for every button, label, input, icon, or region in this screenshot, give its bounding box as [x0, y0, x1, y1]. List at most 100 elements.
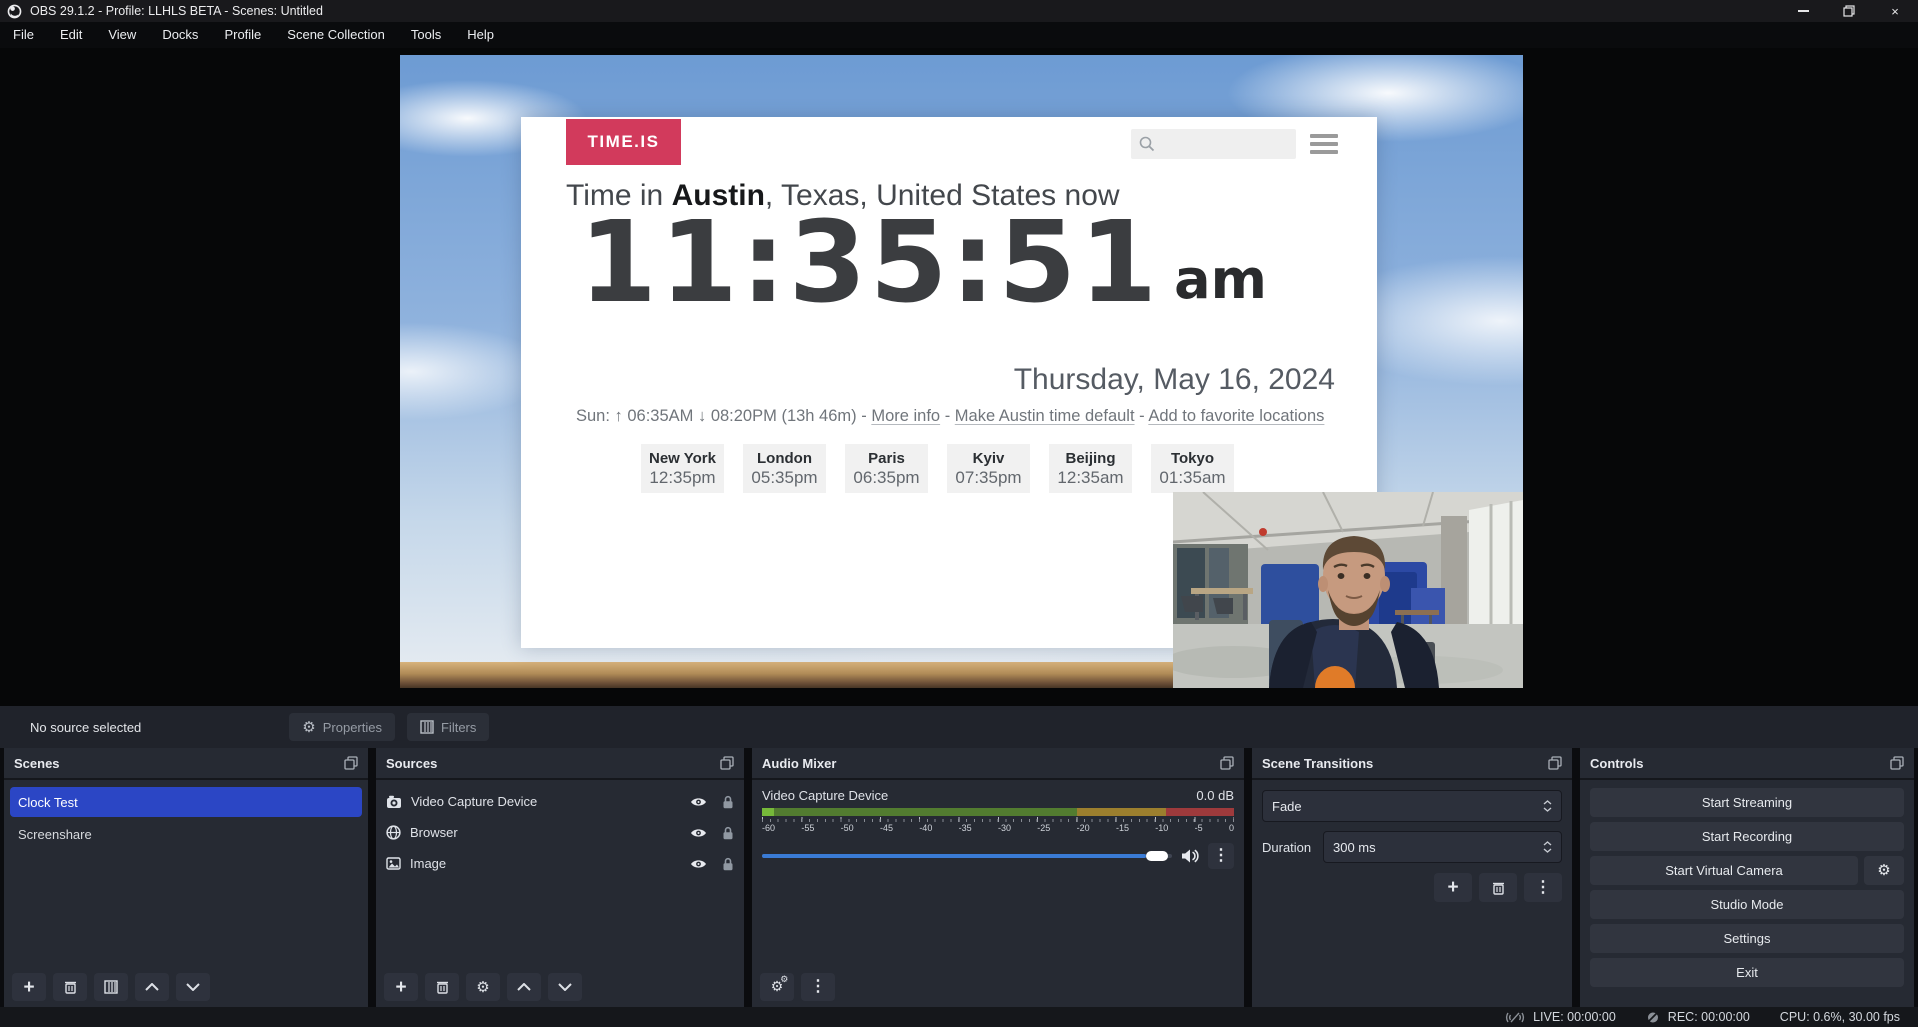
timeis-logo: TIME.IS	[566, 119, 681, 165]
source-item-browser[interactable]: Browser	[376, 817, 744, 848]
controls-header: Controls	[1580, 748, 1914, 780]
volume-slider[interactable]	[762, 854, 1172, 858]
image-icon	[386, 857, 401, 870]
remove-scene-button[interactable]	[53, 973, 87, 1001]
gear-icon: ⚙	[1877, 863, 1890, 878]
controls-panel: Controls Start Streaming Start Recording…	[1580, 748, 1914, 1007]
start-recording-button[interactable]: Start Recording	[1590, 822, 1904, 851]
menu-profile[interactable]: Profile	[211, 22, 274, 48]
add-source-button[interactable]: +	[384, 973, 418, 1001]
menu-tools[interactable]: Tools	[398, 22, 454, 48]
favorites-link: Add to favorite locations	[1148, 407, 1324, 425]
duration-label: Duration	[1262, 840, 1314, 855]
duration-spinbox[interactable]: 300 ms	[1323, 831, 1562, 863]
source-move-down-button[interactable]	[548, 973, 582, 1001]
advanced-audio-button[interactable]: ⚙ ⚙	[760, 973, 794, 1001]
lock-icon[interactable]	[722, 795, 734, 809]
scenes-header: Scenes	[4, 748, 368, 780]
chevron-down-icon[interactable]	[1543, 848, 1552, 853]
preview-canvas[interactable]: TIME.IS Time in Austin, Texas, United St…	[0, 48, 1918, 706]
chevron-down-icon	[1543, 807, 1552, 812]
volume-slider-handle[interactable]	[1146, 851, 1168, 861]
world-clocks-row: New York12:35pm London05:35pm Paris06:35…	[641, 444, 1234, 493]
menu-edit[interactable]: Edit	[47, 22, 95, 48]
transitions-header: Scene Transitions	[1252, 748, 1572, 780]
controls-title: Controls	[1590, 756, 1643, 771]
eye-icon[interactable]	[690, 858, 707, 870]
timeis-sun-line: Sun: ↑ 06:35AM ↓ 08:20PM (13h 46m) - Mor…	[576, 407, 1324, 426]
exit-button[interactable]: Exit	[1590, 958, 1904, 987]
scene-move-down-button[interactable]	[176, 973, 210, 1001]
popout-icon[interactable]	[720, 756, 734, 770]
hamburger-menu-icon	[1310, 134, 1338, 158]
start-virtual-camera-button[interactable]: Start Virtual Camera	[1590, 856, 1858, 885]
menu-help[interactable]: Help	[454, 22, 507, 48]
audio-mixer-panel: Audio Mixer Video Capture Device 0.0 dB …	[752, 748, 1244, 1007]
popout-icon[interactable]	[344, 756, 358, 770]
speaker-icon[interactable]	[1181, 849, 1199, 863]
video-frame[interactable]: TIME.IS Time in Austin, Texas, United St…	[400, 55, 1523, 688]
gear-icon: ⚙	[302, 720, 315, 735]
menu-view[interactable]: View	[95, 22, 149, 48]
webcam-overlay[interactable]	[1173, 492, 1523, 688]
settings-button[interactable]: Settings	[1590, 924, 1904, 953]
source-item-video-capture[interactable]: Video Capture Device	[376, 786, 744, 817]
popout-icon[interactable]	[1220, 756, 1234, 770]
maximize-button[interactable]	[1826, 0, 1872, 22]
mixer-channel-menu-button[interactable]: ⋮	[1208, 843, 1234, 869]
menu-file[interactable]: File	[0, 22, 47, 48]
eye-icon[interactable]	[690, 796, 707, 808]
window-title: OBS 29.1.2 - Profile: LLHLS BETA - Scene…	[30, 4, 323, 18]
plus-icon: +	[23, 978, 34, 997]
source-properties-button[interactable]: ⚙	[466, 973, 500, 1001]
meter-scale: -60-55-50-45-40-35-30-25-20-15-10-50	[762, 823, 1234, 833]
sources-title: Sources	[386, 756, 437, 771]
remove-transition-button[interactable]	[1479, 873, 1517, 902]
lock-icon[interactable]	[722, 857, 734, 871]
properties-button[interactable]: ⚙ Properties	[289, 713, 395, 741]
add-scene-button[interactable]: +	[12, 973, 46, 1001]
filters-button[interactable]: Filters	[407, 713, 489, 741]
scenes-panel: Scenes Clock Test Screenshare +	[4, 748, 368, 1007]
mixer-channel-label: Video Capture Device	[762, 788, 888, 803]
menu-docks[interactable]: Docks	[149, 22, 211, 48]
remove-source-button[interactable]	[425, 973, 459, 1001]
source-toolbar: No source selected ⚙ Properties Filters	[0, 706, 1918, 748]
minimize-button[interactable]	[1780, 0, 1826, 22]
transition-select[interactable]: Fade	[1262, 790, 1562, 822]
cpu-fps-status: CPU: 0.6%, 30.00 fps	[1780, 1010, 1900, 1024]
meter-ticks	[762, 817, 1234, 822]
lock-icon[interactable]	[722, 826, 734, 840]
eye-icon[interactable]	[690, 827, 707, 839]
source-item-image[interactable]: Image	[376, 848, 744, 879]
kebab-icon: ⋮	[810, 979, 826, 995]
transition-menu-button[interactable]: ⋮	[1524, 873, 1562, 902]
filter-icon	[104, 980, 118, 994]
start-streaming-button[interactable]: Start Streaming	[1590, 788, 1904, 817]
record-inactive-icon	[1646, 1011, 1660, 1024]
sources-toolbar: + ⚙	[384, 973, 582, 1001]
sources-panel: Sources Video Capture Device Browser	[376, 748, 744, 1007]
volume-slider-fill	[762, 854, 1146, 858]
volume-meter	[762, 808, 1234, 816]
source-move-up-button[interactable]	[507, 973, 541, 1001]
chevron-up-icon[interactable]	[1543, 841, 1552, 846]
mixer-menu-button[interactable]: ⋮	[801, 973, 835, 1001]
chevron-up-icon	[517, 983, 531, 991]
virtual-camera-config-button[interactable]: ⚙	[1864, 856, 1904, 885]
scene-move-up-button[interactable]	[135, 973, 169, 1001]
gear-icon: ⚙	[476, 980, 489, 995]
scene-item-screenshare[interactable]: Screenshare	[4, 819, 368, 849]
close-button[interactable]: ×	[1872, 0, 1918, 22]
chevron-down-icon	[186, 983, 200, 991]
scene-item-clock-test[interactable]: Clock Test	[10, 787, 362, 817]
add-transition-button[interactable]: +	[1434, 873, 1472, 902]
popout-icon[interactable]	[1890, 756, 1904, 770]
menu-scene-collection[interactable]: Scene Collection	[274, 22, 398, 48]
popout-icon[interactable]	[1548, 756, 1562, 770]
scene-filters-button[interactable]	[94, 973, 128, 1001]
mixer-level-db: 0.0 dB	[1196, 788, 1234, 803]
studio-mode-button[interactable]: Studio Mode	[1590, 890, 1904, 919]
timeis-search-box	[1131, 129, 1296, 159]
world-clock-kyiv: Kyiv07:35pm	[947, 444, 1030, 493]
